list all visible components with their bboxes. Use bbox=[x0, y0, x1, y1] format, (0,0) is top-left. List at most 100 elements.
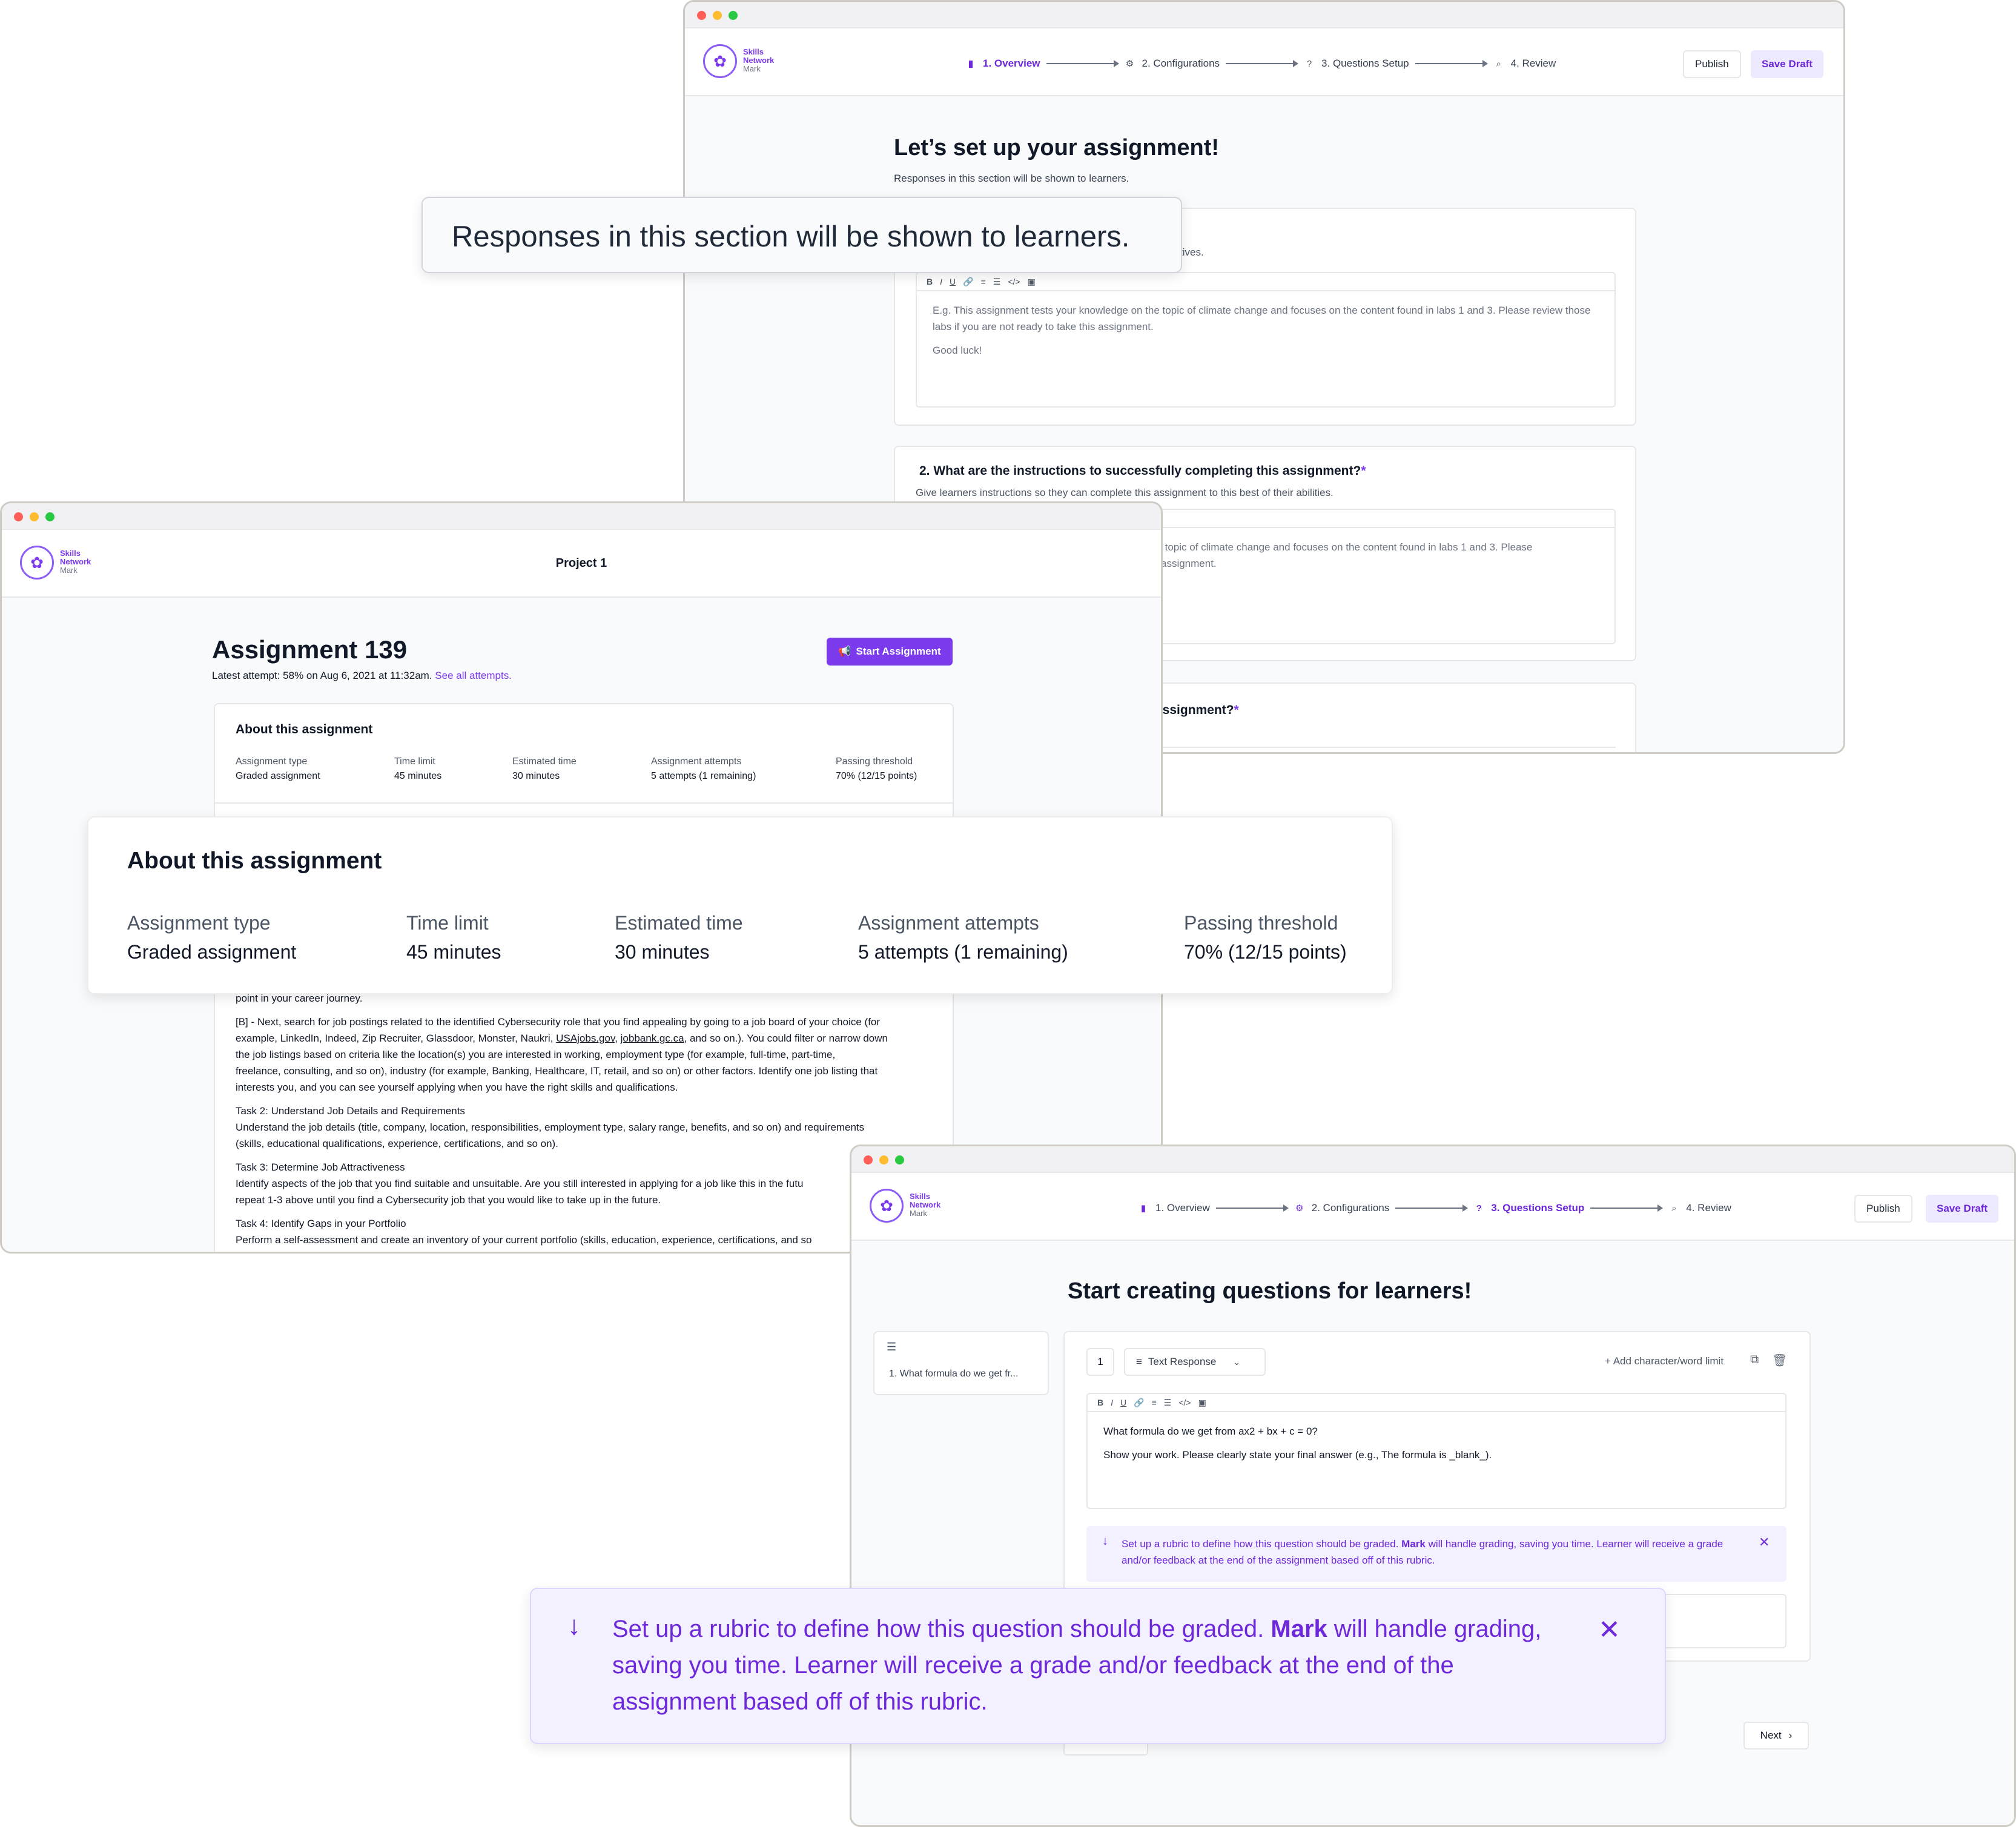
maximize-window-dot[interactable] bbox=[45, 512, 55, 521]
bold-icon[interactable]: B bbox=[1097, 1398, 1103, 1407]
question-type-label: Text Response bbox=[1148, 1356, 1217, 1367]
add-limit-link[interactable]: + Add character/word limit bbox=[1605, 1355, 1724, 1367]
brand-logo-text: Skills Network Mark bbox=[910, 1192, 940, 1218]
page-subtitle: Responses in this section will be shown … bbox=[894, 173, 1129, 184]
step-configurations[interactable]: ⚙ 2. Configurations bbox=[1294, 1202, 1389, 1214]
rich-text-editor[interactable]: BIU 🔗 ≡ ☰ </> ▣ E.g. This assignment tests y… bbox=[916, 272, 1616, 408]
question-description: Give learners instructions so they can c… bbox=[916, 487, 1334, 498]
meta-value: Graded assignment bbox=[127, 941, 297, 963]
meta-label: Assignment type bbox=[127, 912, 271, 934]
step-label: 4. Review bbox=[1510, 58, 1556, 69]
step-label: 3. Questions Setup bbox=[1321, 58, 1409, 69]
copy-icon[interactable]: ⧉ bbox=[1750, 1353, 1759, 1367]
body-line: [B] - Next, search for job postings rela… bbox=[236, 1016, 881, 1028]
see-all-attempts-link[interactable]: See all attempts. bbox=[435, 670, 512, 681]
step-arrow bbox=[1215, 1204, 1289, 1212]
publish-button[interactable]: Publish bbox=[1854, 1195, 1912, 1223]
minimize-window-dot[interactable] bbox=[713, 11, 722, 20]
editor-toolbar: BIU 🔗 ≡ ☰ </> ▣ bbox=[917, 273, 1614, 291]
question-title: 2. What are the instructions to successf… bbox=[919, 464, 1366, 478]
meta-attempts: Assignment attempts 5 attempts (1 remaini… bbox=[651, 756, 756, 782]
body-text: , and so on.). You could filter or narro… bbox=[684, 1032, 888, 1044]
editor-placeholder-1: he topic of climate change and focuses o… bbox=[1151, 541, 1533, 553]
question-circle-icon: ? bbox=[1476, 1203, 1482, 1214]
question-instructions: Show your work. Please clearly state you… bbox=[1103, 1449, 1492, 1461]
italic-icon[interactable]: I bbox=[940, 277, 942, 286]
minimize-window-dot[interactable] bbox=[879, 1155, 888, 1165]
close-window-dot[interactable] bbox=[14, 512, 23, 521]
maximize-window-dot[interactable] bbox=[895, 1155, 904, 1165]
bullet-list-icon[interactable]: ☰ bbox=[1164, 1398, 1172, 1408]
chevron-down-icon: ⌄ bbox=[1233, 1356, 1241, 1367]
app-header: ✿ Skills Network Mark ▮ 1. Overview ⚙ 2.… bbox=[851, 1173, 2014, 1241]
close-window-dot[interactable] bbox=[864, 1155, 873, 1165]
minimize-window-dot[interactable] bbox=[30, 512, 39, 521]
close-icon[interactable]: ✕ bbox=[1759, 1535, 1770, 1550]
bullet-list-icon[interactable]: ☰ bbox=[993, 277, 1001, 287]
rubric-brand: Mark bbox=[1271, 1616, 1327, 1642]
logo-icon: ✿ bbox=[870, 1189, 904, 1223]
brand-line-1: Skills bbox=[910, 1192, 930, 1201]
step-questions-setup[interactable]: ? 3. Questions Setup bbox=[1473, 1202, 1585, 1214]
maximize-window-dot[interactable] bbox=[729, 11, 738, 20]
underline-icon[interactable]: U bbox=[1120, 1398, 1126, 1407]
publish-button[interactable]: Publish bbox=[1683, 50, 1741, 78]
ordered-list-icon[interactable]: ≡ bbox=[981, 277, 986, 286]
step-label: 4. Review bbox=[1686, 1202, 1731, 1214]
body-text: example, LinkedIn, Indeed, Zip Recruiter… bbox=[236, 1032, 554, 1044]
usajobs-link[interactable]: USAjobs.gov bbox=[556, 1032, 615, 1044]
editor-content[interactable]: What formula do we get from ax2 + bx + c… bbox=[1088, 1412, 1785, 1474]
meta-assignment-type: Assignment type Graded assignment bbox=[236, 756, 320, 782]
start-assignment-button[interactable]: 📢 Start Assignment bbox=[827, 638, 953, 666]
meta-time-limit: Time limit 45 minutes bbox=[394, 756, 441, 782]
question-text-editor[interactable]: BIU 🔗 ≡ ☰ </> ▣ What formula do we get from … bbox=[1086, 1393, 1786, 1509]
question-description: tives. bbox=[1180, 246, 1204, 258]
assignment-body: point in your career journey. [B] - Next… bbox=[236, 990, 938, 1248]
trash-icon[interactable]: 🗑 bbox=[1772, 1353, 1787, 1368]
body-line: interests you, and you can see yourself … bbox=[236, 1082, 678, 1093]
next-button[interactable]: Next › bbox=[1743, 1722, 1809, 1749]
jobbank-link[interactable]: jobbank.gc.ca bbox=[621, 1032, 684, 1044]
italic-icon[interactable]: I bbox=[1111, 1398, 1113, 1407]
close-window-dot[interactable] bbox=[697, 11, 706, 20]
callout-text: Responses in this section will be shown … bbox=[452, 220, 1130, 253]
editor-placeholder-1: E.g. This assignment tests your knowledg… bbox=[933, 305, 1591, 332]
close-icon[interactable]: ✕ bbox=[1598, 1614, 1621, 1645]
image-icon[interactable]: ▣ bbox=[1198, 1398, 1206, 1408]
step-questions-setup[interactable]: ? 3. Questions Setup bbox=[1303, 58, 1409, 70]
editor-placeholder-2: is assignment. bbox=[1151, 558, 1217, 569]
meta-value: 70% (12/15 points) bbox=[1184, 941, 1347, 963]
save-draft-button[interactable]: Save Draft bbox=[1751, 50, 1824, 78]
step-overview[interactable]: ▮ 1. Overview bbox=[965, 58, 1040, 70]
sidebar-question-item[interactable]: 1. What formula do we get fr... bbox=[889, 1369, 1018, 1379]
step-configurations[interactable]: ⚙ 2. Configurations bbox=[1124, 58, 1220, 70]
editor-content[interactable]: E.g. This assignment tests your knowledg… bbox=[917, 291, 1614, 369]
meta-value: 5 attempts (1 remaining) bbox=[651, 771, 756, 781]
code-icon[interactable]: </> bbox=[1008, 277, 1020, 286]
save-draft-button[interactable]: Save Draft bbox=[1926, 1195, 1999, 1223]
step-review[interactable]: ⌕ 4. Review bbox=[1668, 1202, 1731, 1214]
start-button-label: Start Assignment bbox=[856, 646, 941, 657]
step-arrow bbox=[1395, 1204, 1469, 1212]
task-4: Task 4: Identify Gaps in your Portfolio … bbox=[236, 1215, 938, 1248]
meta-label: Assignment attempts bbox=[651, 756, 742, 767]
link-icon[interactable]: 🔗 bbox=[963, 277, 973, 287]
callout-meta-attempts: Assignment attempts 5 attempts (1 remaini… bbox=[858, 908, 1068, 966]
step-overview[interactable]: ▮ 1. Overview bbox=[1137, 1202, 1210, 1214]
image-icon[interactable]: ▣ bbox=[1028, 277, 1036, 287]
editor-toolbar: BIU 🔗 ≡ ☰ </> ▣ bbox=[1088, 1394, 1785, 1412]
task-3: Task 3: Determine Job Attractiveness Ide… bbox=[236, 1159, 938, 1208]
rubric-brand: Mark bbox=[1401, 1538, 1426, 1550]
gear-icon: ⚙ bbox=[1125, 59, 1134, 69]
meta-value: Graded assignment bbox=[236, 771, 320, 781]
link-icon[interactable]: 🔗 bbox=[1134, 1398, 1144, 1408]
underline-icon[interactable]: U bbox=[950, 277, 956, 286]
bold-icon[interactable]: B bbox=[927, 277, 933, 286]
brand-line-1: Skills bbox=[743, 47, 764, 56]
question-type-dropdown[interactable]: ≡ Text Response ⌄ bbox=[1124, 1348, 1266, 1376]
meta-label: Passing threshold bbox=[836, 756, 913, 767]
page-title: Let’s set up your assignment! bbox=[894, 135, 1220, 160]
step-review[interactable]: ⌕ 4. Review bbox=[1493, 58, 1556, 70]
ordered-list-icon[interactable]: ≡ bbox=[1152, 1398, 1157, 1407]
code-icon[interactable]: </> bbox=[1178, 1398, 1191, 1407]
